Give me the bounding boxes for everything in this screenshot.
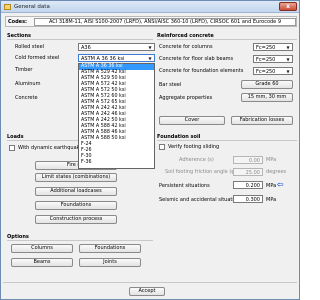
bar-steel-button[interactable]: Grade 60 <box>241 80 293 89</box>
reinforced-concrete-divider <box>157 39 297 40</box>
options-beams-button[interactable]: Beams <box>11 258 73 267</box>
timber-label: Timber <box>15 67 33 73</box>
cold-formed-dropdown-list[interactable]: ASTM A 36 36 ksi ASTM A 529 42 ksi ASTM … <box>78 63 155 169</box>
verify-sliding-label: Verify footing sliding <box>168 144 220 150</box>
limit-states-button[interactable]: Limit states (combinations) <box>35 173 117 182</box>
concrete-floor-select[interactable]: Fc=250 ▼ <box>253 55 293 63</box>
close-icon[interactable]: x <box>279 2 297 11</box>
concrete-foundation-label: Concrete for foundation elements <box>159 68 244 74</box>
foundation-soil-divider <box>157 140 297 141</box>
adherence-input: 0.00 <box>233 156 263 164</box>
seismic-situations-input[interactable]: 0.300 <box>233 195 263 203</box>
adherence-value: 0.00 <box>248 158 260 164</box>
sections-divider <box>7 39 153 40</box>
aggregate-label: Aggregate properties <box>159 95 213 101</box>
general-data-dialog: General data x Codes: ACI 318M-11, AISI … <box>0 0 300 300</box>
persistent-situations-value: 0.200 <box>245 183 260 189</box>
chevron-down-icon: ▼ <box>148 56 152 61</box>
concrete-label: Concrete <box>15 95 38 101</box>
dropdown-option[interactable]: F-36 <box>79 160 154 166</box>
additional-loadcases-button[interactable]: Additional loadcases <box>35 187 117 196</box>
adherence-unit: MPa <box>266 157 277 163</box>
concrete-floor-label: Concrete for floor slab beams <box>159 56 234 62</box>
chevron-down-icon: ▼ <box>286 57 290 62</box>
fabrication-losses-button[interactable]: Fabrication losses <box>231 116 293 125</box>
accept-button[interactable]: Accept <box>129 287 165 296</box>
title-bar: General data x <box>1 1 299 13</box>
options-divider <box>7 240 153 241</box>
adherence-label: Adherence (s) <box>179 157 214 163</box>
aggregate-button[interactable]: 15 mm, 30 mm <box>241 93 293 102</box>
concrete-columns-select[interactable]: Fc=250 ▼ <box>253 43 293 51</box>
footer-divider <box>3 282 297 283</box>
seismic-situations-value: 0.300 <box>245 197 260 203</box>
options-columns-button[interactable]: Columns <box>11 244 73 253</box>
foundations-load-button[interactable]: Foundations <box>35 201 117 210</box>
persistent-situations-unit: MPa <box>266 183 277 189</box>
dynamic-earthquake-checkbox[interactable] <box>9 145 15 151</box>
codes-row: Codes: ACI 318M-11, AISI S100-2007 (LRFD… <box>5 16 297 27</box>
codes-label: Codes: <box>8 19 28 25</box>
cold-formed-value: ASTM A 36 36 ksi <box>81 56 125 62</box>
cold-formed-label: Cold formed steel <box>15 55 60 61</box>
friction-angle-label: Soil footing friction angle (φ) <box>165 169 237 175</box>
friction-angle-value: 25.00 <box>245 170 260 176</box>
friction-angle-unit: degrees <box>266 169 287 175</box>
verify-sliding-checkbox[interactable] <box>159 144 165 150</box>
seismic-situations-label: Seismic and accidental situations <box>159 197 243 203</box>
seismic-situations-unit: MPa <box>266 197 277 203</box>
chevron-down-icon: ▼ <box>286 69 290 74</box>
options-foundations-button[interactable]: Foundations <box>79 244 141 253</box>
chevron-down-icon: ▼ <box>148 45 152 50</box>
app-icon <box>4 4 11 10</box>
construction-process-button[interactable]: Construction process <box>35 215 117 224</box>
concrete-columns-value: Fc=250 <box>256 45 276 51</box>
persistent-situations-label: Persistent situations <box>159 183 210 189</box>
window-title: General data <box>14 4 50 10</box>
codes-value[interactable]: ACI 318M-11, AISI S100-2007 (LRFD), ANSI… <box>34 18 296 26</box>
arrow-left-icon[interactable]: ⇦ <box>277 181 287 189</box>
rolled-steel-label: Rolled steel <box>15 44 45 50</box>
persistent-situations-input[interactable]: 0.200 <box>233 181 263 189</box>
chevron-down-icon: ▼ <box>286 45 290 50</box>
concrete-floor-value: Fc=250 <box>256 57 276 63</box>
friction-angle-input: 25.00 <box>233 168 263 176</box>
concrete-foundation-value: Fc=250 <box>256 69 276 75</box>
cold-formed-select[interactable]: ASTM A 36 36 ksi ▼ <box>78 54 155 62</box>
options-joints-button[interactable]: Joints <box>79 258 141 267</box>
rolled-steel-value: A36 <box>81 45 91 51</box>
aluminum-label: Aluminum <box>15 81 41 87</box>
cover-button[interactable]: Cover <box>159 116 225 125</box>
bar-steel-label: Bar steel <box>159 82 182 88</box>
rolled-steel-select[interactable]: A36 ▼ <box>78 43 155 51</box>
concrete-foundation-select[interactable]: Fc=250 ▼ <box>253 67 293 75</box>
concrete-columns-label: Concrete for columns <box>159 44 213 50</box>
